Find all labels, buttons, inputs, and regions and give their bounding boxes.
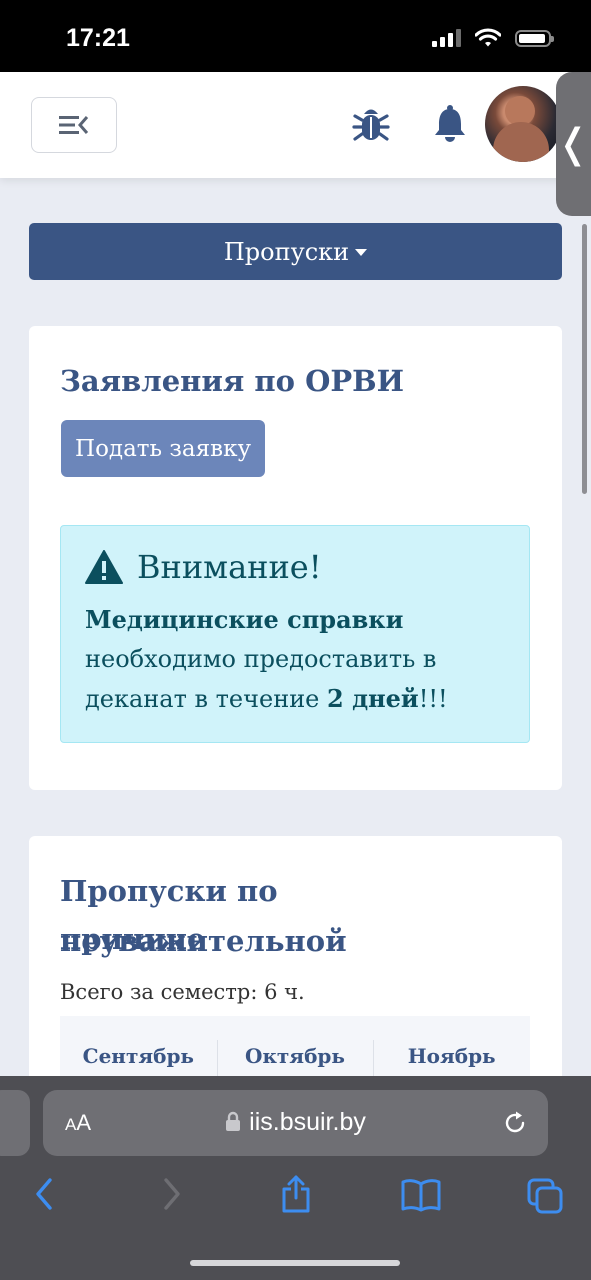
bell-icon bbox=[435, 105, 465, 142]
chevron-left-icon: ❬ bbox=[556, 121, 590, 167]
menu-toggle-button[interactable] bbox=[31, 97, 117, 153]
submit-application-button[interactable]: Подать заявку bbox=[61, 420, 265, 477]
tabs-icon[interactable] bbox=[526, 1177, 564, 1215]
browser-nav-row bbox=[0, 1174, 591, 1226]
section-dropdown[interactable]: Пропуски bbox=[29, 223, 562, 280]
wifi-icon bbox=[475, 28, 501, 47]
home-indicator bbox=[190, 1260, 400, 1266]
section-dropdown-label: Пропуски bbox=[223, 237, 350, 266]
address-bar[interactable]: AAAA iis.bsuir.by bbox=[43, 1090, 548, 1156]
status-time: 17:21 bbox=[66, 24, 130, 52]
warning-icon bbox=[85, 550, 123, 584]
bug-report-button[interactable] bbox=[352, 104, 390, 148]
alert-bold-lead: Медицинские справки bbox=[85, 605, 404, 634]
forward-icon[interactable] bbox=[160, 1176, 184, 1212]
alert-title: Внимание! bbox=[137, 548, 322, 586]
cellular-signal-icon bbox=[432, 29, 461, 47]
alert-text-end: !!! bbox=[418, 685, 448, 713]
attention-alert: Внимание! Медицинские справки необходимо… bbox=[60, 525, 530, 743]
orvi-applications-card: Заявления по ОРВИ Подать заявку Внимание… bbox=[29, 326, 562, 790]
orvi-card-title: Заявления по ОРВИ bbox=[60, 364, 405, 398]
browser-toolbar: AAAA iis.bsuir.by bbox=[0, 1076, 591, 1280]
avatar[interactable] bbox=[485, 86, 561, 162]
scrollbar[interactable] bbox=[582, 224, 587, 494]
side-panel-handle[interactable]: ❬ bbox=[556, 72, 591, 216]
alert-bold-days: 2 дней bbox=[327, 684, 419, 713]
back-icon[interactable] bbox=[32, 1176, 56, 1212]
status-icons bbox=[432, 28, 554, 48]
alert-body: Медицинские справки необходимо предостав… bbox=[85, 600, 505, 719]
url-text: iis.bsuir.by bbox=[249, 1108, 366, 1136]
share-icon[interactable] bbox=[280, 1174, 312, 1214]
lock-icon bbox=[226, 1112, 241, 1132]
url-display[interactable]: iis.bsuir.by bbox=[43, 1108, 548, 1137]
bug-icon bbox=[352, 109, 390, 141]
status-bar: 17:21 bbox=[0, 0, 591, 72]
semester-total: Всего за семестр: 6 ч. bbox=[60, 980, 305, 1004]
bookmarks-icon[interactable] bbox=[401, 1178, 441, 1212]
menu-collapse-icon bbox=[59, 116, 89, 134]
notifications-button[interactable] bbox=[432, 104, 468, 148]
alert-header: Внимание! bbox=[85, 548, 505, 586]
unexcused-absences-card: Пропуски по неуважительной причине Всего… bbox=[29, 836, 562, 1096]
battery-icon bbox=[515, 29, 554, 47]
app-header bbox=[0, 72, 591, 178]
caret-down-icon bbox=[355, 249, 368, 256]
previous-tab-preview[interactable] bbox=[0, 1090, 30, 1156]
reload-icon[interactable] bbox=[502, 1110, 528, 1136]
absence-card-title-line2: причине bbox=[60, 922, 206, 956]
